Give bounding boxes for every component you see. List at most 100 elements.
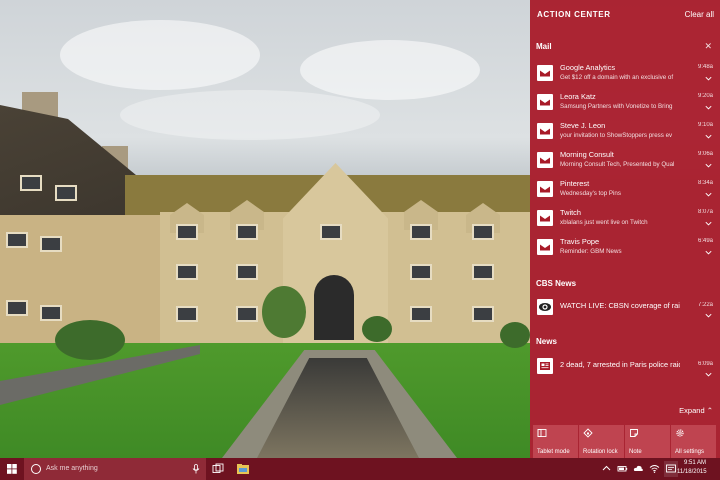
notification-time: 9:10a [697, 122, 713, 128]
notification-title: Travis Pope [560, 237, 600, 246]
cortana-icon [31, 464, 41, 474]
notification-body: Get $12 off a domain with an exclusive o… [560, 74, 674, 81]
wifi-icon[interactable] [649, 463, 660, 474]
chevron-down-icon[interactable] [704, 190, 713, 199]
chevron-down-icon[interactable] [704, 219, 713, 228]
quick-action-rotation-lock[interactable]: Rotation lock [579, 425, 624, 458]
onedrive-cloud-icon[interactable] [633, 463, 644, 474]
window [176, 306, 198, 322]
tile-label: Note [629, 449, 642, 455]
notification-time: 7:22a [697, 302, 713, 308]
taskbar: Ask me anything 9:51 AM 11/18/2015 [0, 458, 720, 480]
window [236, 224, 258, 240]
notification-icon [666, 464, 676, 473]
group-label: CBS News [536, 279, 577, 288]
clock-time[interactable]: 9:51 AM [684, 460, 706, 466]
action-center-button[interactable] [664, 461, 678, 477]
window [176, 224, 198, 240]
quick-action-all-settings[interactable]: All settings [671, 425, 716, 458]
notification-time: 8:34a [697, 180, 713, 186]
cloud [60, 20, 260, 90]
window [410, 306, 432, 322]
notification-item[interactable]: Pinterest Wednesday's top Pins 8:34a [530, 176, 720, 205]
battery-icon[interactable] [617, 463, 628, 474]
chevron-up-icon[interactable] [601, 463, 612, 474]
group-header-cbs-news[interactable]: CBS News [530, 274, 720, 294]
chevron-down-icon[interactable] [704, 248, 713, 257]
window [236, 306, 258, 322]
bush [55, 320, 125, 360]
mail-icon [537, 181, 553, 197]
window [410, 264, 432, 280]
window [176, 264, 198, 280]
notification-time: 6:09a [697, 361, 713, 367]
notification-time: 6:49a [697, 238, 713, 244]
cloud [300, 40, 480, 100]
action-center-title: ACTION CENTER [537, 10, 611, 19]
notification-title: Pinterest [560, 179, 590, 188]
chevron-down-icon[interactable] [704, 132, 713, 141]
mail-icon [537, 239, 553, 255]
expand-button[interactable]: Expand ⌃ [679, 406, 713, 415]
notification-item[interactable]: Leora Katz Samsung Partners with Vonetiz… [530, 89, 720, 118]
chevron-down-icon[interactable] [704, 370, 713, 379]
notification-item[interactable]: Travis Pope Reminder: GBM News 6:49a [530, 234, 720, 263]
mail-icon [537, 94, 553, 110]
notification-title: WATCH LIVE: CBSN coverage of raid [560, 301, 680, 310]
task-view-icon[interactable] [212, 463, 224, 475]
notification-body: xblalans just went live on Twitch [560, 219, 648, 226]
window [472, 264, 494, 280]
mail-icon [537, 65, 553, 81]
chevron-down-icon[interactable] [704, 161, 713, 170]
notification-body: Wednesday's top Pins [560, 190, 621, 197]
clear-all-button[interactable]: Clear all [685, 10, 714, 19]
chevron-down-icon[interactable] [704, 74, 713, 83]
window [40, 236, 62, 252]
clock-date[interactable]: 11/18/2015 [677, 469, 707, 475]
window [472, 224, 494, 240]
news-icon [537, 358, 553, 374]
group-label: Mail [536, 42, 552, 51]
windows-logo-icon [7, 464, 17, 474]
start-button[interactable] [0, 458, 24, 480]
notification-body: Samsung Partners with Vonetize to Bring [560, 103, 673, 110]
action-center-header: ACTION CENTER Clear all [530, 0, 720, 30]
notification-title: Twitch [560, 208, 581, 217]
notification-title: Steve J. Leon [560, 121, 606, 130]
mail-icon [537, 210, 553, 226]
notification-title: Morning Consult [560, 150, 614, 159]
window [6, 232, 28, 248]
window [320, 224, 342, 240]
notification-item[interactable]: Morning Consult Morning Consult Tech, Pr… [530, 147, 720, 176]
notification-item[interactable]: Twitch xblalans just went live on Twitch… [530, 205, 720, 234]
group-header-mail[interactable]: Mail ✕ [530, 37, 720, 57]
bush [362, 316, 392, 342]
rotation-lock-icon [583, 428, 593, 438]
notification-time: 8:07a [697, 209, 713, 215]
bush [500, 322, 530, 348]
notification-body: Reminder: GBM News [560, 248, 622, 255]
tile-label: All settings [675, 449, 705, 455]
notification-title: Google Analytics [560, 63, 616, 72]
quick-action-note[interactable]: Note [625, 425, 670, 458]
file-explorer-icon[interactable] [236, 462, 250, 476]
window [472, 306, 494, 322]
notification-item[interactable]: WATCH LIVE: CBSN coverage of raid 7:22a [530, 294, 720, 323]
tablet-icon [537, 429, 547, 437]
cortana-search-box[interactable]: Ask me anything [24, 458, 206, 480]
microphone-icon[interactable] [192, 464, 200, 474]
close-icon[interactable]: ✕ [704, 41, 712, 52]
action-center-panel: ACTION CENTER Clear all Mail ✕ Google An… [530, 0, 720, 458]
window [55, 185, 77, 201]
window [40, 305, 62, 321]
group-header-news[interactable]: News [530, 332, 720, 352]
chevron-down-icon[interactable] [704, 311, 713, 320]
chevron-down-icon[interactable] [704, 103, 713, 112]
notification-time: 9:20a [697, 93, 713, 99]
quick-action-tablet-mode[interactable]: Tablet mode [533, 425, 578, 458]
notification-item[interactable]: Steve J. Leon your invitation to ShowSto… [530, 118, 720, 147]
notification-item[interactable]: Google Analytics Get $12 off a domain wi… [530, 60, 720, 89]
notification-item[interactable]: 2 dead, 7 arrested in Paris police raid … [530, 353, 720, 382]
chevron-up-icon: ⌃ [706, 406, 713, 415]
notification-body: your invitation to ShowStoppers press ev [560, 132, 673, 139]
